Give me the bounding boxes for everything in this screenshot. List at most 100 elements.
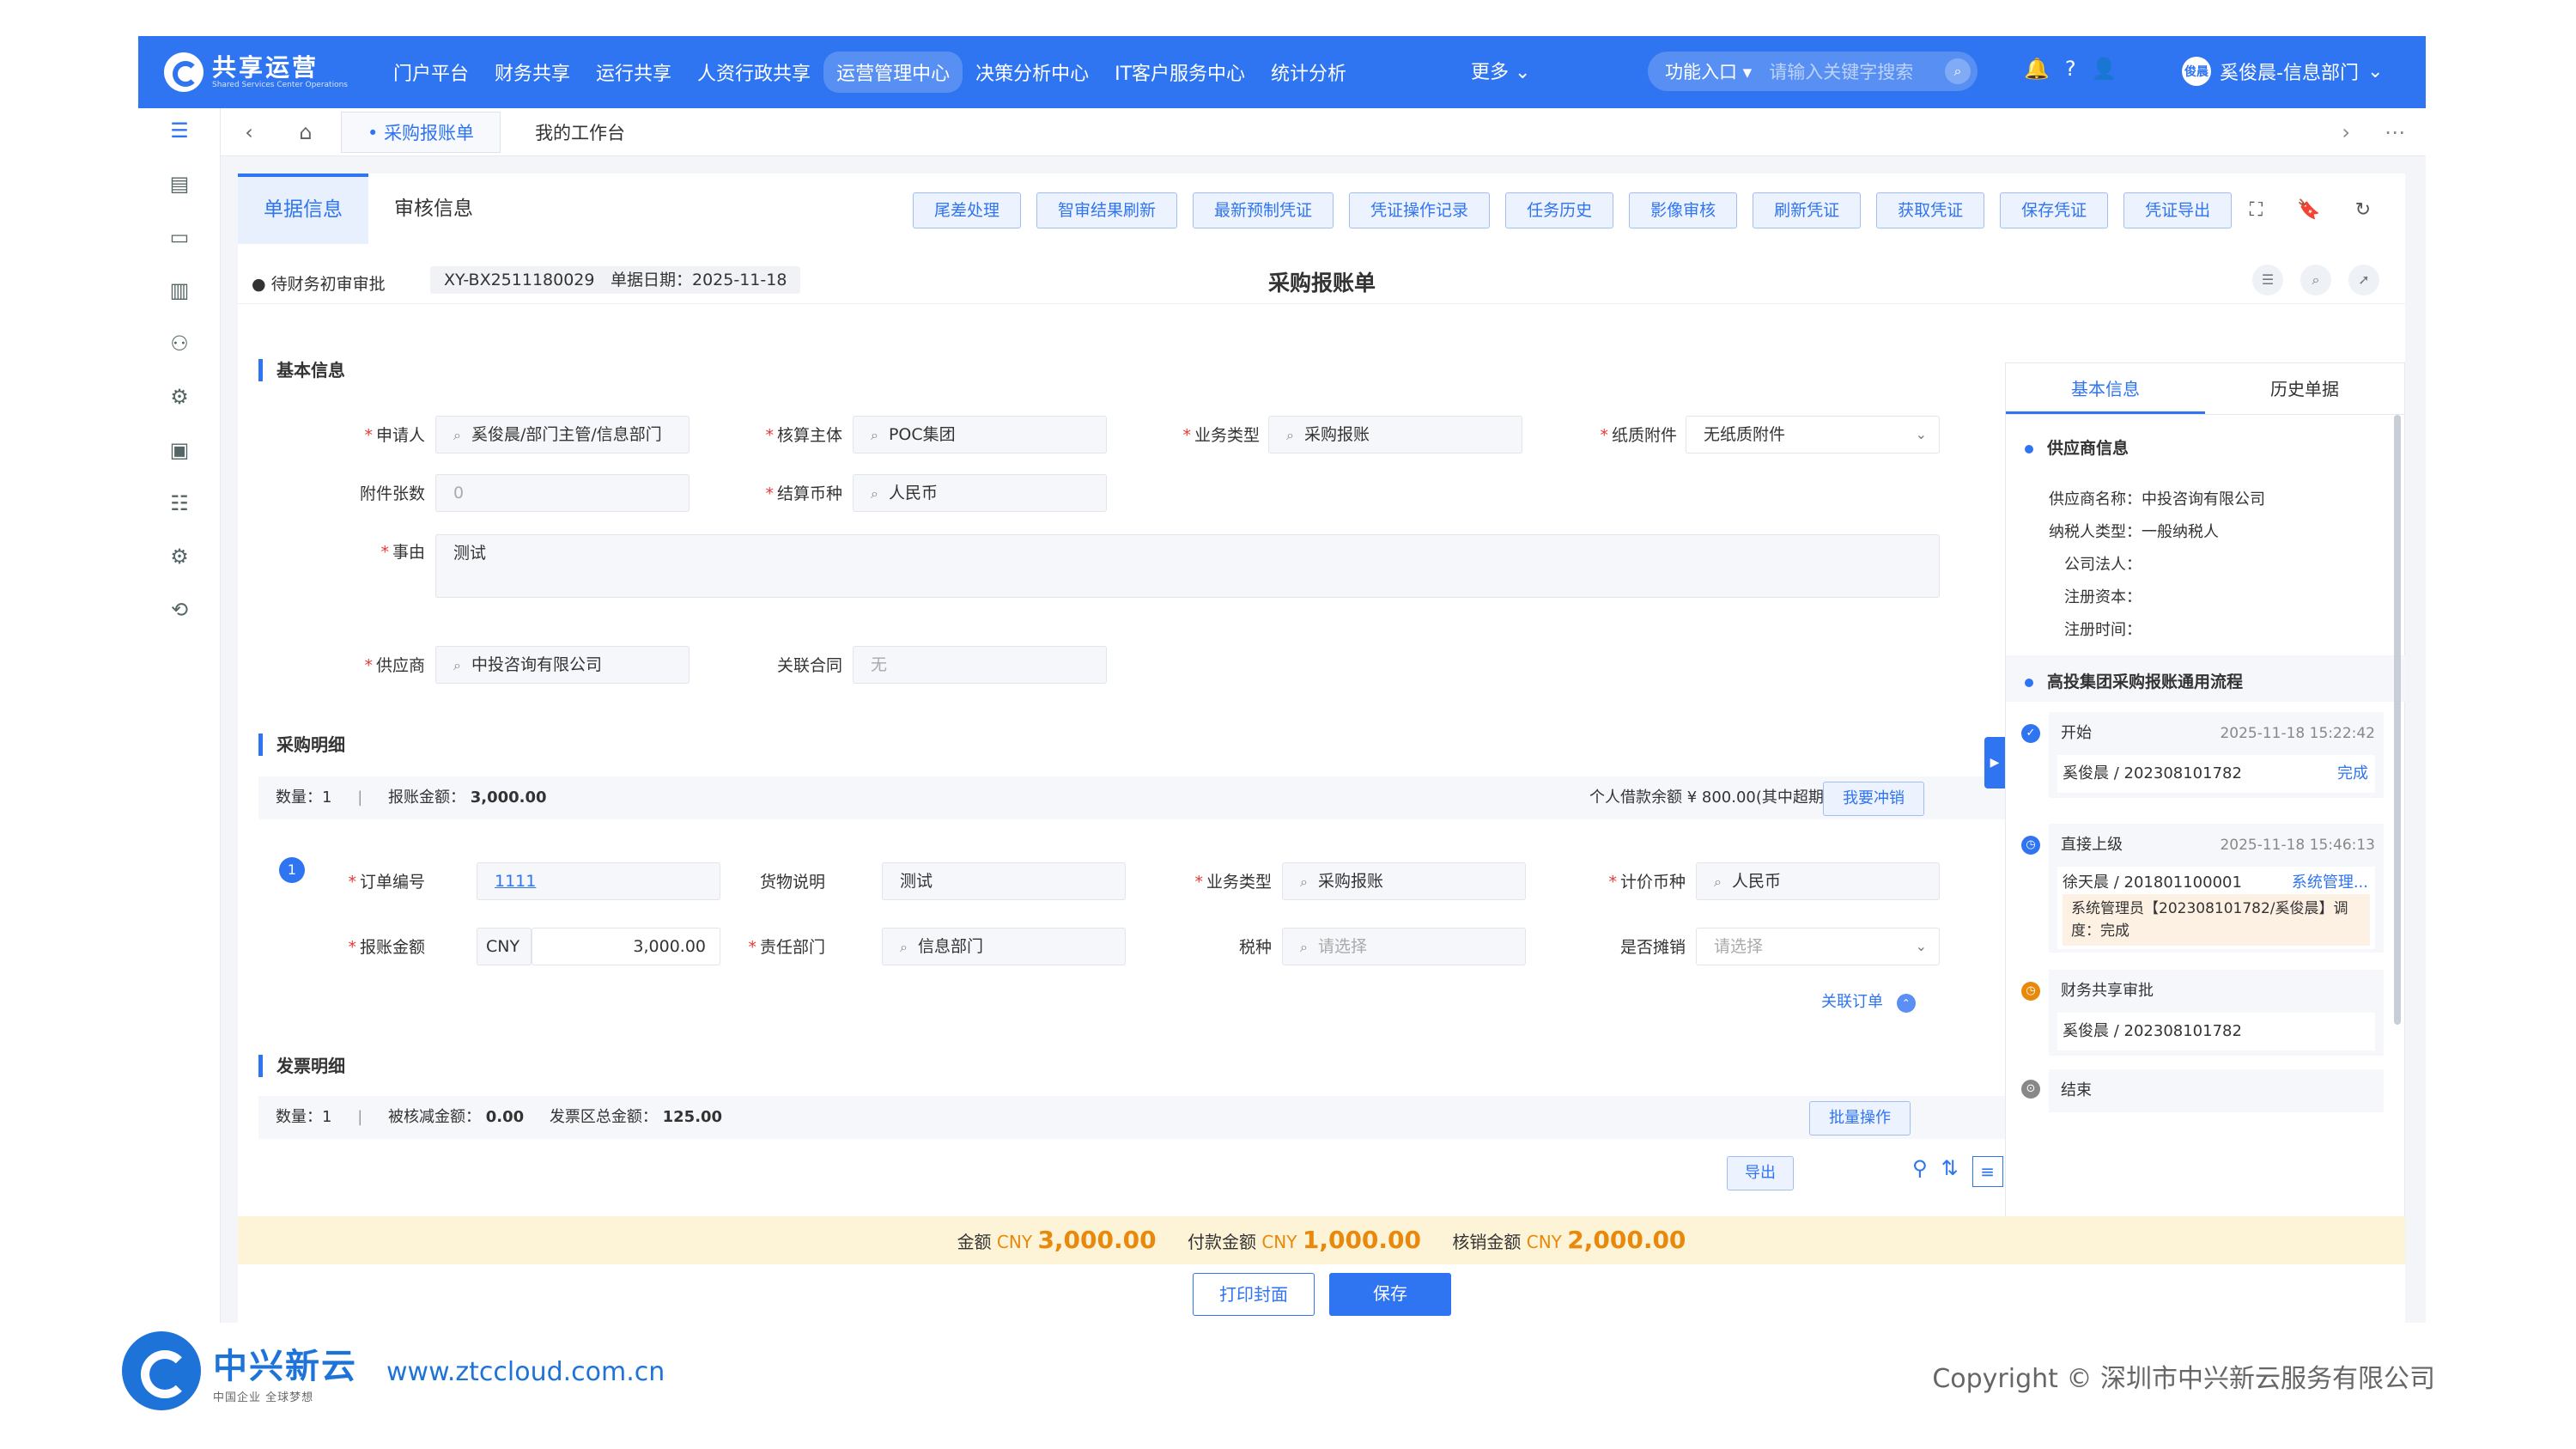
row-number-badge: 1 bbox=[279, 857, 305, 883]
history-icon[interactable]: ⟲ bbox=[166, 596, 193, 624]
search-icon[interactable]: ⌕ bbox=[1945, 58, 1971, 84]
search-input[interactable]: 请输入关键字搜索 bbox=[1769, 58, 1945, 84]
gear-icon[interactable]: ⚙ bbox=[166, 383, 193, 411]
menu-finance[interactable]: 财务共享 bbox=[482, 52, 583, 93]
supplier-field[interactable]: ⌕ 中投咨询有限公司 bbox=[435, 646, 690, 684]
filter-icon[interactable]: ⚲ bbox=[1912, 1156, 1928, 1187]
writeoff-value: 0.00 bbox=[485, 1108, 525, 1126]
user-settings-icon[interactable]: 👤 bbox=[2092, 57, 2117, 81]
tab-purchase-bill[interactable]: • 采购报账单 bbox=[341, 111, 501, 153]
voucher-log-button[interactable]: 凭证操作记录 bbox=[1349, 192, 1491, 228]
dept-field[interactable]: ⌕ 信息部门 bbox=[882, 928, 1126, 965]
applicant-field[interactable]: ⌕ 奚俊晨/部门主管/信息部门 bbox=[435, 416, 690, 454]
menu-hr[interactable]: 人资行政共享 bbox=[684, 52, 823, 93]
fullscreen-icon[interactable]: ⛶ bbox=[2250, 199, 2263, 221]
flow-step-supervisor[interactable]: 直接上级 2025-11-18 15:46:13 徐天晨 / 201801100… bbox=[2049, 824, 2384, 953]
writeoff-amount: 2,000.00 bbox=[1567, 1226, 1686, 1254]
menu-portal[interactable]: 门户平台 bbox=[380, 52, 482, 93]
refresh-voucher-button[interactable]: 刷新凭证 bbox=[1753, 192, 1862, 228]
tab-side-history[interactable]: 历史单据 bbox=[2205, 363, 2404, 414]
back-icon[interactable]: ‹ bbox=[221, 120, 277, 144]
tab-workbench[interactable]: 我的工作台 bbox=[501, 119, 659, 145]
save-button[interactable]: 保存 bbox=[1329, 1273, 1451, 1316]
footer-url[interactable]: www.ztccloud.com.cn bbox=[386, 1357, 665, 1387]
home-icon[interactable]: ⌂ bbox=[277, 120, 334, 144]
link-order-button[interactable]: 关联订单 ⌃ bbox=[1821, 989, 1916, 1013]
reason-textarea[interactable]: 测试 bbox=[435, 534, 1940, 598]
flow-step-start[interactable]: 开始 2025-11-18 15:22:42 奚俊晨 / 20230810178… bbox=[2049, 712, 2384, 798]
invoice-qty: 数量：1 bbox=[276, 1108, 332, 1126]
more-icon[interactable]: ⋯ bbox=[2385, 120, 2405, 144]
tab-audit-info[interactable]: 审核信息 bbox=[368, 174, 499, 244]
flow-step-finance[interactable]: 财务共享审批 奚俊晨 / 202308101782 bbox=[2049, 970, 2384, 1056]
menu-it-service[interactable]: IT客户服务中心 bbox=[1102, 52, 1258, 93]
bookmark-icon[interactable]: 🔖 bbox=[2297, 199, 2320, 221]
price-currency-label: * 计价币种 bbox=[1608, 873, 1686, 892]
zoom-icon[interactable]: ⌕ bbox=[2300, 265, 2331, 295]
search-icon: ⌕ bbox=[1714, 874, 1722, 890]
more-menu[interactable]: 更多 ⌄ bbox=[1471, 57, 1530, 84]
refresh-audit-button[interactable]: 智审结果刷新 bbox=[1036, 192, 1178, 228]
tax-field[interactable]: ⌕ 请选择 bbox=[1282, 928, 1526, 965]
sort-icon[interactable]: ⇅ bbox=[1941, 1156, 1959, 1187]
attach-count-field[interactable]: 0 bbox=[435, 474, 690, 512]
currency-field[interactable]: ⌕ 人民币 bbox=[853, 474, 1107, 512]
tab-bill-info[interactable]: 单据信息 bbox=[238, 174, 368, 244]
export-voucher-button[interactable]: 凭证导出 bbox=[2123, 192, 2233, 228]
gear-icon[interactable]: ⚙ bbox=[166, 543, 193, 570]
save-voucher-button[interactable]: 保存凭证 bbox=[2000, 192, 2109, 228]
invoice-total-label: 发票区总金额： bbox=[549, 1108, 658, 1126]
item-amount-input[interactable]: 3,000.00 bbox=[532, 928, 720, 965]
biztype-field[interactable]: ⌕ 采购报账 bbox=[1268, 416, 1522, 454]
latest-voucher-button[interactable]: 最新预制凭证 bbox=[1193, 192, 1334, 228]
print-cover-button[interactable]: 打印封面 bbox=[1193, 1273, 1315, 1316]
panel-toggle-icon[interactable]: ▶ bbox=[1984, 737, 2005, 788]
flow-step-end[interactable]: 结束 bbox=[2049, 1069, 2384, 1112]
menu-operation[interactable]: 运行共享 bbox=[583, 52, 684, 93]
tab-label: 采购报账单 bbox=[384, 122, 475, 143]
share-icon[interactable]: ➚ bbox=[2348, 265, 2379, 295]
stack-icon[interactable]: ☷ bbox=[166, 490, 193, 517]
menu-stats[interactable]: 统计分析 bbox=[1258, 52, 1359, 93]
amortize-select[interactable]: 请选择 ⌄ bbox=[1696, 928, 1940, 965]
goods-field[interactable]: 测试 bbox=[882, 862, 1126, 900]
order-link[interactable]: 1111 bbox=[477, 862, 720, 900]
menu-ops-center[interactable]: 运营管理中心 bbox=[823, 52, 963, 93]
get-voucher-button[interactable]: 获取凭证 bbox=[1876, 192, 1985, 228]
column-settings-icon[interactable]: ≡ bbox=[1971, 1156, 2003, 1187]
org-icon[interactable]: ⚇ bbox=[166, 330, 193, 357]
entity-field[interactable]: ⌕ POC集团 bbox=[853, 416, 1107, 454]
document-icon[interactable]: ▥ bbox=[166, 277, 193, 304]
batch-operation-button[interactable]: 批量操作 bbox=[1809, 1101, 1911, 1135]
logo-subtitle: Shared Services Center Operations bbox=[212, 81, 348, 89]
calendar-icon[interactable]: ▣ bbox=[166, 436, 193, 464]
function-entry-dropdown[interactable]: 功能入口 ▾ bbox=[1648, 58, 1769, 84]
list-icon[interactable]: ☰ bbox=[2252, 265, 2283, 295]
paper-attachment-select[interactable]: 无纸质附件 ⌄ bbox=[1686, 416, 1940, 454]
writeoff-button[interactable]: 我要冲销 bbox=[1823, 782, 1924, 816]
export-button[interactable]: 导出 bbox=[1727, 1156, 1794, 1190]
menu-decision[interactable]: 决策分析中心 bbox=[963, 52, 1102, 93]
tab-side-basic[interactable]: 基本信息 bbox=[2006, 363, 2205, 414]
tab-controls: › ⋯ bbox=[2342, 120, 2405, 144]
list-icon[interactable]: ▤ bbox=[166, 170, 193, 198]
refresh-icon[interactable]: ↻ bbox=[2355, 199, 2371, 221]
item-biztype-field[interactable]: ⌕ 采购报账 bbox=[1282, 862, 1526, 900]
total-amount: 3,000.00 bbox=[1037, 1226, 1157, 1254]
app-logo[interactable]: 共享运营 Shared Services Center Operations bbox=[164, 50, 348, 94]
tail-diff-button[interactable]: 尾差处理 bbox=[913, 192, 1022, 228]
menu-toggle-icon[interactable]: ☰ bbox=[166, 117, 193, 144]
monitor-icon[interactable]: ▭ bbox=[166, 223, 193, 251]
image-audit-button[interactable]: 影像审核 bbox=[1629, 192, 1738, 228]
bill-date: 单据日期：2025-11-18 bbox=[597, 266, 801, 294]
purchase-amount: 3,000.00 bbox=[470, 788, 547, 807]
user-menu[interactable]: 俊晨 奚俊晨-信息部门 ⌄ bbox=[2182, 52, 2383, 91]
price-currency-field[interactable]: ⌕ 人民币 bbox=[1696, 862, 1940, 900]
clock-icon: ◷ bbox=[2021, 836, 2040, 855]
help-icon[interactable]: ? bbox=[2065, 57, 2076, 81]
task-history-button[interactable]: 任务历史 bbox=[1505, 192, 1614, 228]
side-scrollbar[interactable] bbox=[2394, 415, 2401, 1025]
contract-field[interactable]: 无 bbox=[853, 646, 1107, 684]
bell-icon[interactable]: 🔔 bbox=[2024, 57, 2050, 81]
chevron-right-icon[interactable]: › bbox=[2342, 120, 2350, 144]
